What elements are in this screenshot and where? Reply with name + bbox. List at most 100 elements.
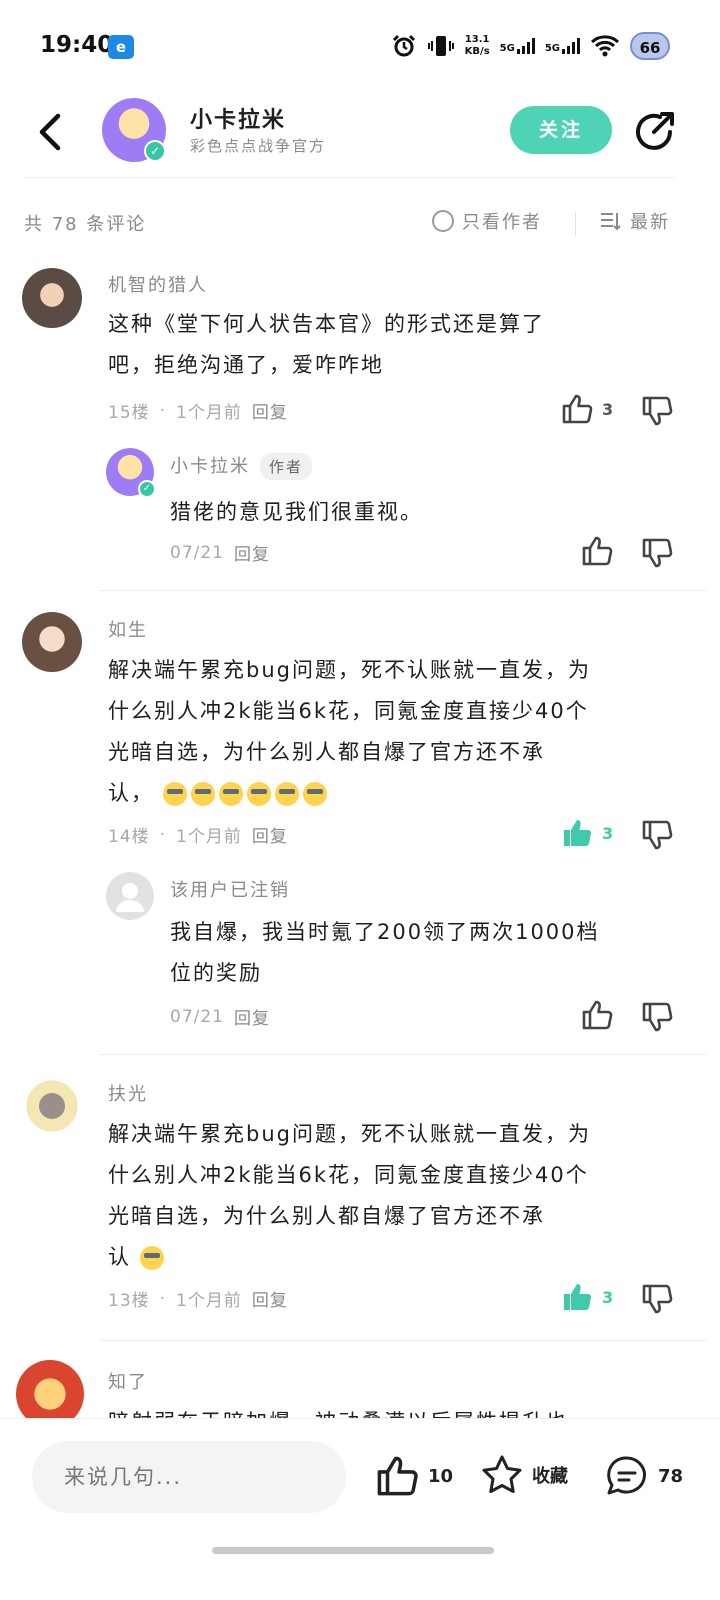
- sort-divider: [575, 212, 576, 236]
- reply-meta: 07/21 回复: [170, 540, 270, 566]
- comment-time: 1个月前: [176, 827, 242, 847]
- cool-emoji-icon: [218, 782, 243, 806]
- deleted-user-avatar[interactable]: [106, 872, 154, 920]
- reply-username[interactable]: 该用户已注销: [170, 876, 290, 902]
- comment-username[interactable]: 知了: [108, 1368, 148, 1394]
- user-avatar[interactable]: [22, 268, 82, 328]
- cool-emoji-icon: [190, 782, 215, 806]
- comment-text-line: 光暗自选，为什么别人都自爆了官方还不承: [108, 1204, 545, 1228]
- comment-time: 1个月前: [176, 1291, 242, 1311]
- comment-text: 解决端午累充bug问题，死不认账就一直发，为 什么别人冲2k能当6k花，同氪金度…: [108, 1114, 708, 1278]
- verified-badge-icon: ✓: [144, 140, 166, 162]
- like-count: 3: [602, 399, 614, 419]
- like-button[interactable]: 3: [560, 1280, 613, 1314]
- comment-text-line: 认，: [108, 773, 708, 814]
- reply-button[interactable]: 回复: [252, 398, 288, 423]
- follow-button[interactable]: 关注: [510, 106, 612, 154]
- radio-icon: [432, 210, 454, 232]
- reply-avatar[interactable]: ✓: [106, 448, 156, 498]
- author-avatar[interactable]: ✓: [102, 98, 166, 162]
- reply-username[interactable]: 小卡拉米: [170, 456, 250, 477]
- thumbs-up-icon[interactable]: [580, 998, 614, 1032]
- author-tag: 作者: [260, 453, 313, 480]
- post-like-button[interactable]: 10: [374, 1453, 453, 1499]
- thumbs-up-icon: [377, 1456, 418, 1496]
- comments-button[interactable]: 78: [604, 1453, 683, 1499]
- comment-time: 1个月前: [176, 403, 242, 423]
- comment-text: 这种《堂下何人状告本官》的形式还是算了 吧，拒绝沟通了，爱咋咋地: [108, 304, 688, 386]
- sort-latest-label: 最新: [630, 212, 670, 233]
- cool-emoji-icon: [274, 782, 299, 806]
- cool-emoji-icon: [162, 782, 187, 806]
- meta-dot: ·: [159, 824, 167, 845]
- comment-input[interactable]: 来说几句...: [32, 1441, 346, 1513]
- status-time: 19:40: [40, 32, 114, 58]
- user-avatar[interactable]: [22, 612, 82, 672]
- user-avatar[interactable]: [22, 1076, 82, 1136]
- favorite-button[interactable]: 收藏: [480, 1453, 568, 1497]
- comment-text-line: 什么别人冲2k能当6k花，同氪金度直接少40个: [108, 1163, 589, 1187]
- cool-emoji-icon: [139, 1246, 164, 1270]
- comment-sort-bar: 共 78 条评论 只看作者 最新: [0, 200, 720, 246]
- favorite-label: 收藏: [532, 1466, 568, 1487]
- comment-text-line: 光暗自选，为什么别人都自爆了官方还不承: [108, 740, 545, 764]
- comment-username[interactable]: 机智的猎人: [108, 271, 208, 297]
- author-name[interactable]: 小卡拉米: [190, 102, 286, 134]
- sort-latest-button[interactable]: 最新: [598, 208, 670, 234]
- thumbs-down-icon[interactable]: [640, 536, 674, 570]
- reply-text-line: 位的奖励: [170, 961, 262, 985]
- signal-icon: 5G: [500, 38, 535, 54]
- back-arrow-icon[interactable]: [32, 110, 72, 154]
- home-indicator[interactable]: [212, 1547, 494, 1554]
- wifi-icon: [590, 35, 620, 57]
- battery-icon: 66: [630, 32, 670, 60]
- comment-meta: 15楼 · 1个月前 回复: [108, 398, 288, 424]
- reply-button[interactable]: 回复: [234, 540, 270, 565]
- thumbs-up-filled-icon: [564, 820, 592, 847]
- comment-text-line: 吧，拒绝沟通了，爱咋咋地: [108, 353, 384, 377]
- post-like-count: 10: [428, 1465, 454, 1487]
- like-button[interactable]: 3: [560, 392, 613, 426]
- user-placeholder-icon: [116, 883, 144, 912]
- signal-icon-2: 5G: [545, 38, 580, 54]
- reply-date: 07/21: [170, 542, 224, 563]
- cool-emoji-icon: [302, 782, 327, 806]
- comment-username[interactable]: 扶光: [108, 1080, 148, 1106]
- network-type-1: 5G: [499, 43, 515, 54]
- reply-date: 07/21: [170, 1006, 224, 1027]
- comment-text-line: 解决端午累充bug问题，死不认账就一直发，为: [108, 658, 591, 682]
- thumbs-down-icon[interactable]: [640, 1000, 674, 1034]
- floor-number: 15楼: [108, 403, 150, 423]
- like-button[interactable]: 3: [560, 816, 613, 850]
- comment-text-tail: 认，: [108, 781, 154, 805]
- comment-text-line: 认: [108, 1237, 708, 1278]
- status-icons: 13.1 KB/s 5G 5G 66: [391, 28, 670, 64]
- speed-unit: KB/s: [464, 46, 490, 57]
- reply-text-line: 我自爆，我当时氪了200领了两次1000档: [170, 920, 600, 944]
- network-speed: 13.1 KB/s: [465, 34, 490, 58]
- comments-count: 78: [658, 1465, 684, 1487]
- reply-username-row: 小卡拉米 作者: [170, 452, 313, 480]
- share-icon[interactable]: [632, 108, 678, 154]
- comment-divider: [100, 590, 706, 591]
- thumbs-down-icon[interactable]: [640, 1282, 674, 1316]
- thumbs-down-icon[interactable]: [640, 394, 674, 428]
- verified-badge-icon: ✓: [138, 480, 156, 498]
- reply-text: 猎佬的意见我们很重视。: [170, 500, 423, 524]
- bottom-action-bar: 来说几句... 10 收藏 78: [0, 1418, 720, 1600]
- network-type-2: 5G: [544, 43, 560, 54]
- reply-button[interactable]: 回复: [252, 1286, 288, 1311]
- comment-meta: 13楼 · 1个月前 回复: [108, 1286, 288, 1312]
- header-divider: [24, 177, 674, 178]
- comment-username[interactable]: 如生: [108, 616, 148, 642]
- comment-divider: [100, 1340, 706, 1341]
- author-only-toggle[interactable]: 只看作者: [432, 208, 542, 234]
- thumbs-up-icon[interactable]: [580, 534, 614, 568]
- comment-bubble-icon: [607, 1456, 646, 1495]
- reply-button[interactable]: 回复: [234, 1004, 270, 1029]
- reply-button[interactable]: 回复: [252, 822, 288, 847]
- comment-divider: [100, 1054, 706, 1055]
- cool-emoji-icon: [246, 782, 271, 806]
- comment-text-tail: 认: [108, 1245, 131, 1269]
- thumbs-down-icon[interactable]: [640, 818, 674, 852]
